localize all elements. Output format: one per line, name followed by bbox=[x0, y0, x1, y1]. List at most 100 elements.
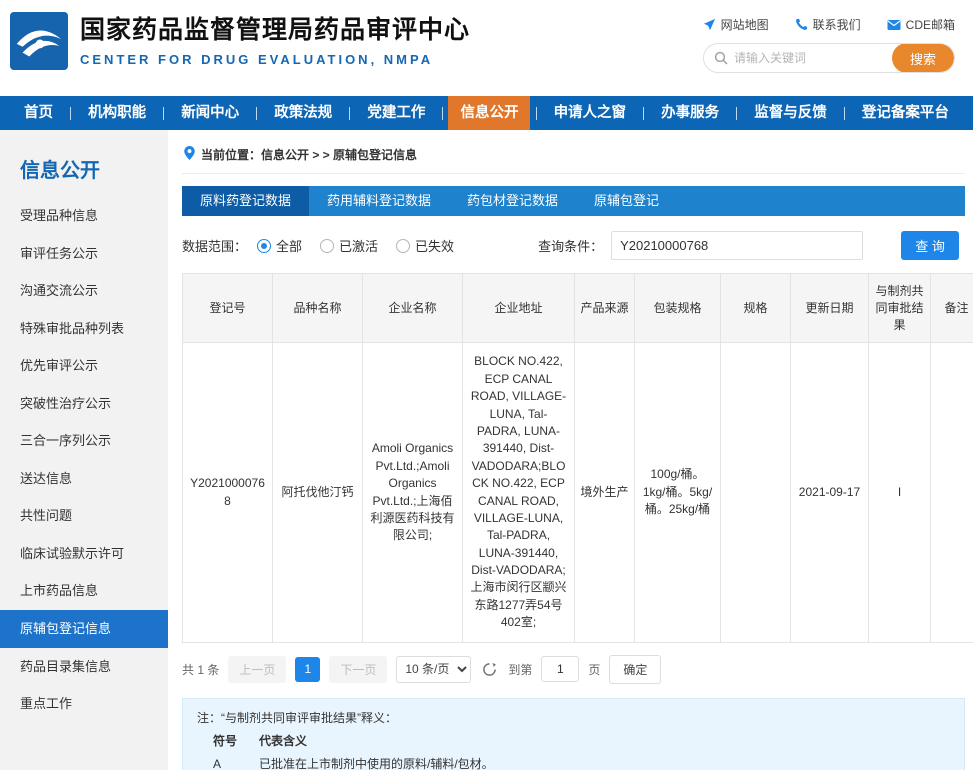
radio-all[interactable]: 全部 bbox=[257, 236, 302, 255]
contact-link-label: 联系我们 bbox=[813, 16, 861, 33]
nav-item-party-building[interactable]: 党建工作 bbox=[355, 96, 437, 130]
sidebar-item-breakthrough-therapy[interactable]: 突破性治疗公示 bbox=[0, 385, 168, 423]
confirm-button[interactable]: 确定 bbox=[609, 655, 661, 684]
contact-link[interactable]: 联系我们 bbox=[795, 16, 861, 33]
tab-packaging-material-registration-data[interactable]: 药包材登记数据 bbox=[449, 186, 576, 216]
nav-item-supervision-feedback[interactable]: 监督与反馈 bbox=[742, 96, 839, 130]
sidebar: 信息公开 受理品种信息 审评任务公示 沟通交流公示 特殊审批品种列表 优先审评公… bbox=[0, 130, 168, 770]
sidebar-item-review-tasks[interactable]: 审评任务公示 bbox=[0, 235, 168, 273]
next-page-button[interactable]: 下一页 bbox=[329, 656, 387, 683]
nav-divider bbox=[536, 107, 537, 120]
tab-raw-excipient-packaging-registration[interactable]: 原辅包登记 bbox=[576, 186, 677, 216]
note-box: 注：“与制剂共同审评审批结果”释义： 符号代表含义 A已批准在上市制剂中使用的原… bbox=[182, 698, 965, 770]
cell-update-date: 2021-09-17 bbox=[791, 343, 869, 642]
sidebar-item-communication[interactable]: 沟通交流公示 bbox=[0, 272, 168, 310]
cde-logo bbox=[10, 12, 68, 70]
nav-divider bbox=[442, 107, 443, 120]
nav-item-services[interactable]: 办事服务 bbox=[649, 96, 731, 130]
sidebar-item-key-work[interactable]: 重点工作 bbox=[0, 685, 168, 723]
mail-link-label: CDE邮箱 bbox=[906, 16, 955, 33]
registration-table: 登记号 品种名称 企业名称 企业地址 产品来源 包装规格 规格 更新日期 与制剂… bbox=[182, 273, 973, 643]
phone-icon bbox=[795, 18, 808, 31]
main-content: 当前位置：信息公开 > > 原辅包登记信息 原料药登记数据 药用辅料登记数据 药… bbox=[168, 130, 973, 770]
cell-spec bbox=[721, 343, 791, 642]
col-remarks: 备注 bbox=[931, 274, 973, 343]
sidebar-item-delivery-info[interactable]: 送达信息 bbox=[0, 460, 168, 498]
sidebar-item-marketed-drug-info[interactable]: 上市药品信息 bbox=[0, 572, 168, 610]
page-1-button[interactable]: 1 bbox=[295, 657, 320, 682]
radio-activated-dot bbox=[320, 239, 334, 253]
nav-item-home[interactable]: 首页 bbox=[12, 96, 65, 130]
sidebar-item-accepted-products[interactable]: 受理品种信息 bbox=[0, 197, 168, 235]
query-button[interactable]: 查 询 bbox=[901, 231, 959, 260]
cell-product-name: 阿托伐他汀钙 bbox=[273, 343, 363, 642]
col-spec: 规格 bbox=[721, 274, 791, 343]
prev-page-button[interactable]: 上一页 bbox=[228, 656, 286, 683]
radio-activated-label: 已激活 bbox=[339, 236, 378, 255]
sidebar-item-three-in-one-sequence[interactable]: 三合一序列公示 bbox=[0, 422, 168, 460]
col-registration-no: 登记号 bbox=[183, 274, 273, 343]
page-size-select[interactable]: 10 条/页 bbox=[396, 656, 471, 683]
nav-item-info-disclosure[interactable]: 信息公开 bbox=[448, 96, 530, 130]
cell-packaging-spec: 100g/桶。1kg/桶。5kg/桶。25kg/桶 bbox=[635, 343, 721, 642]
total-count: 共 1 条 bbox=[182, 661, 219, 678]
cell-registration-no: Y20210000768 bbox=[183, 343, 273, 642]
col-product-origin: 产品来源 bbox=[575, 274, 635, 343]
sitemap-link[interactable]: 网站地图 bbox=[703, 16, 769, 33]
header-search-input[interactable] bbox=[734, 51, 892, 65]
nav-divider bbox=[643, 107, 644, 120]
cell-remarks bbox=[931, 343, 973, 642]
cell-company-address: BLOCK NO.422, ECP CANAL ROAD, VILLAGE-LU… bbox=[463, 343, 575, 642]
mail-link[interactable]: CDE邮箱 bbox=[887, 16, 955, 33]
location-pin-icon bbox=[184, 146, 195, 163]
note-header-row: 符号代表含义 bbox=[197, 730, 950, 753]
note-meaning-header: 代表含义 bbox=[259, 734, 307, 748]
sidebar-item-raw-excipient-packaging-registration[interactable]: 原辅包登记信息 bbox=[0, 610, 168, 648]
site-title: 国家药品监督管理局药品审评中心 bbox=[80, 15, 470, 46]
col-company-name: 企业名称 bbox=[363, 274, 463, 343]
jump-prefix-label: 到第 bbox=[508, 661, 532, 678]
radio-activated[interactable]: 已激活 bbox=[320, 236, 378, 255]
tab-api-registration-data[interactable]: 原料药登记数据 bbox=[182, 186, 309, 216]
radio-expired-dot bbox=[396, 239, 410, 253]
sidebar-item-special-approval-list[interactable]: 特殊审批品种列表 bbox=[0, 310, 168, 348]
nav-divider bbox=[70, 107, 71, 120]
query-input[interactable] bbox=[611, 231, 863, 260]
sidebar-title: 信息公开 bbox=[0, 148, 168, 197]
cell-joint-review-result: I bbox=[869, 343, 931, 642]
sitemap-icon bbox=[703, 18, 716, 31]
header-brand: 国家药品监督管理局药品审评中心 CENTER FOR DRUG EVALUATI… bbox=[10, 12, 470, 70]
note-row-a: A已批准在上市制剂中使用的原料/辅料/包材。 bbox=[197, 753, 950, 770]
breadcrumb-text: 当前位置：信息公开 > > 原辅包登记信息 bbox=[201, 146, 417, 163]
sidebar-item-clinical-trial-implied-license[interactable]: 临床试验默示许可 bbox=[0, 535, 168, 573]
sidebar-item-drug-catalog-info[interactable]: 药品目录集信息 bbox=[0, 648, 168, 686]
nav-item-functions[interactable]: 机构职能 bbox=[76, 96, 158, 130]
radio-expired-label: 已失效 bbox=[415, 236, 454, 255]
breadcrumb: 当前位置：信息公开 > > 原辅包登记信息 bbox=[182, 140, 965, 174]
main-nav: 首页 机构职能 新闻中心 政策法规 党建工作 信息公开 申请人之窗 办事服务 监… bbox=[0, 96, 973, 130]
header-search-button[interactable]: 搜索 bbox=[892, 43, 954, 73]
note-symbol-header: 符号 bbox=[213, 730, 259, 753]
col-joint-review-result: 与制剂共同审批结果 bbox=[869, 274, 931, 343]
note-symbol-a: A bbox=[213, 753, 259, 770]
nav-item-registration-platform[interactable]: 登记备案平台 bbox=[850, 96, 961, 130]
sidebar-item-common-issues[interactable]: 共性问题 bbox=[0, 497, 168, 535]
refresh-icon[interactable] bbox=[482, 662, 497, 677]
sidebar-item-priority-review[interactable]: 优先审评公示 bbox=[0, 347, 168, 385]
site-header: 国家药品监督管理局药品审评中心 CENTER FOR DRUG EVALUATI… bbox=[0, 0, 973, 96]
query-condition-label: 查询条件： bbox=[538, 236, 603, 255]
tab-excipient-registration-data[interactable]: 药用辅料登记数据 bbox=[309, 186, 449, 216]
sitemap-link-label: 网站地图 bbox=[721, 16, 769, 33]
pagination: 共 1 条 上一页 1 下一页 10 条/页 到第 页 确定 bbox=[182, 655, 965, 684]
col-company-address: 企业地址 bbox=[463, 274, 575, 343]
cell-company-name: Amoli Organics Pvt.Ltd.;Amoli Organics P… bbox=[363, 343, 463, 642]
table-row[interactable]: Y20210000768 阿托伐他汀钙 Amoli Organics Pvt.L… bbox=[183, 343, 973, 642]
filter-row: 数据范围： 全部 已激活 已失效 查询条件： 查 询 bbox=[182, 231, 965, 260]
jump-page-input[interactable] bbox=[541, 656, 579, 682]
nav-divider bbox=[844, 107, 845, 120]
nav-item-news[interactable]: 新闻中心 bbox=[169, 96, 251, 130]
nav-item-applicant-window[interactable]: 申请人之窗 bbox=[542, 96, 639, 130]
radio-expired[interactable]: 已失效 bbox=[396, 236, 454, 255]
nav-divider bbox=[349, 107, 350, 120]
nav-item-policies[interactable]: 政策法规 bbox=[262, 96, 344, 130]
